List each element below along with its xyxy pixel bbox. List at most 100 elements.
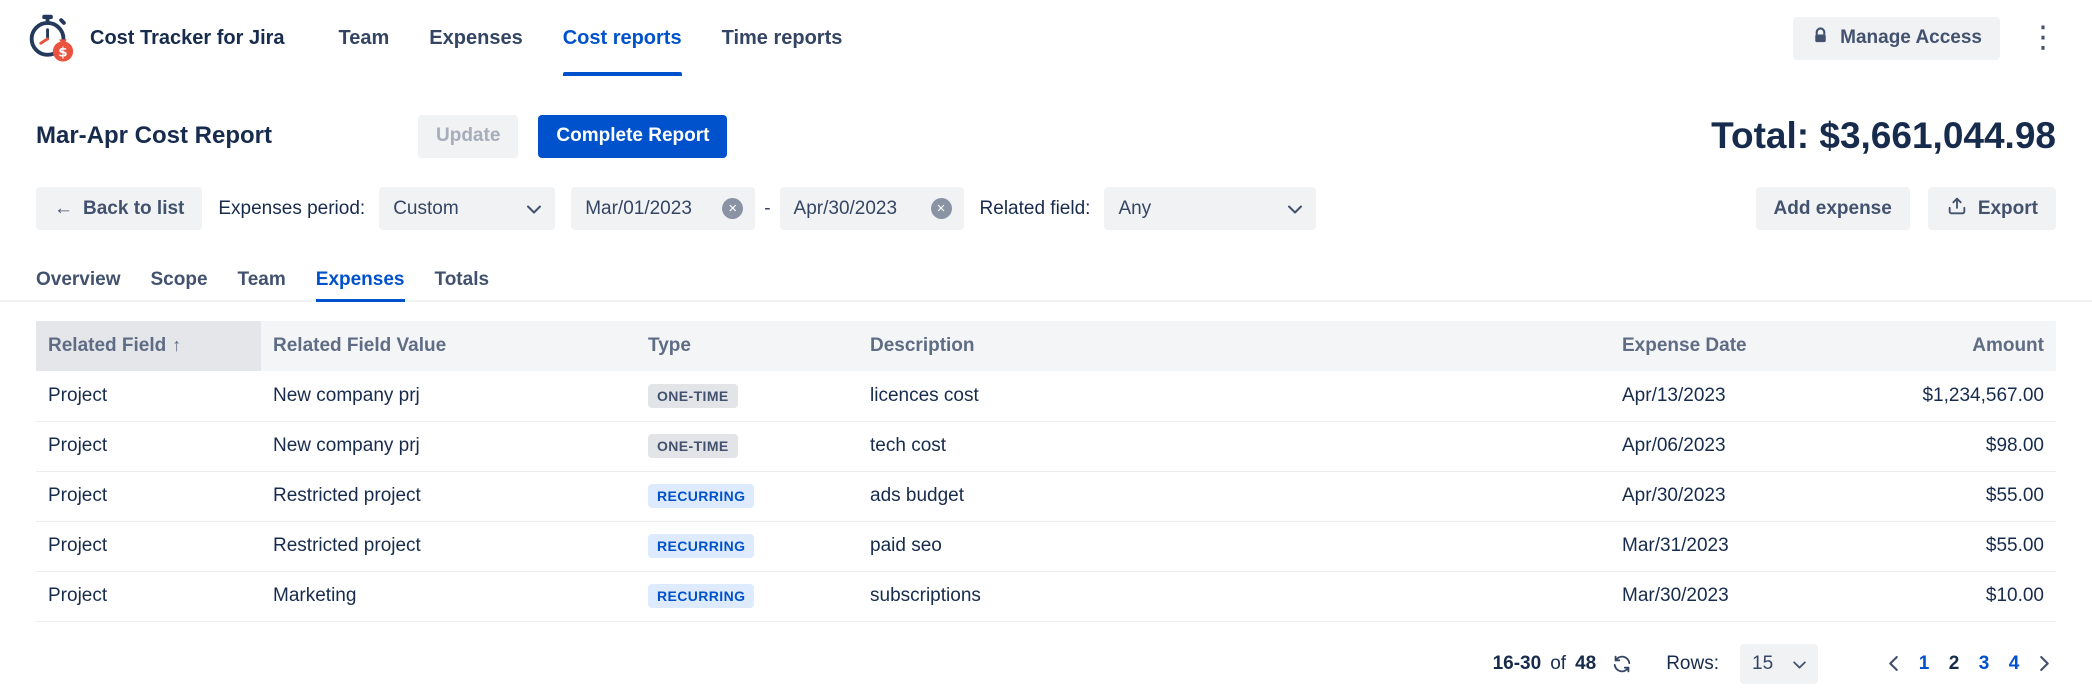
- cell-amount: $55.00: [1866, 521, 2056, 571]
- column-header-related-field[interactable]: Related Field ↑: [36, 321, 261, 371]
- cell-description: ads budget: [858, 471, 1610, 521]
- page-button-2[interactable]: 2: [1939, 647, 1969, 681]
- update-button[interactable]: Update: [418, 115, 518, 158]
- back-to-list-label: Back to list: [83, 198, 184, 220]
- cell-type: RECURRING: [636, 571, 858, 621]
- tab-team[interactable]: Team: [238, 260, 286, 300]
- chevron-down-icon: [527, 198, 541, 220]
- range-text: 16-30: [1493, 653, 1542, 675]
- table-row[interactable]: ProjectRestricted projectRECURRINGads bu…: [36, 471, 2056, 521]
- type-badge: ONE-TIME: [648, 384, 738, 408]
- add-expense-button[interactable]: Add expense: [1756, 187, 1910, 230]
- svg-text:$: $: [58, 44, 67, 60]
- column-header-expense-date[interactable]: Expense Date: [1610, 321, 1866, 371]
- refresh-icon[interactable]: [1609, 651, 1635, 677]
- table-row[interactable]: ProjectMarketing RECURRING subscriptionsMa…: [36, 571, 2056, 621]
- cell-type: ONE-TIME: [636, 421, 858, 471]
- type-badge: RECURRING: [648, 534, 754, 558]
- table-row[interactable]: ProjectNew company prjONE-TIMElicences c…: [36, 371, 2056, 421]
- complete-report-button[interactable]: Complete Report: [538, 115, 727, 158]
- export-button[interactable]: Export: [1928, 187, 2056, 230]
- sort-ascending-icon: ↑: [172, 335, 181, 355]
- cell-description: tech cost: [858, 421, 1610, 471]
- cell-related-field: Project: [36, 421, 261, 471]
- cell-related-field: Project: [36, 571, 261, 621]
- nav-item-cost-reports[interactable]: Cost reports: [563, 0, 682, 76]
- page-buttons: 1234: [1909, 647, 2029, 681]
- total-count: 48: [1575, 653, 1596, 675]
- type-badge: RECURRING: [648, 584, 754, 608]
- report-total: Total: $3,661,044.98: [1711, 115, 2056, 157]
- table-row[interactable]: ProjectRestricted projectRECURRINGpaid s…: [36, 521, 2056, 571]
- cell-related-field-value: Marketing: [261, 571, 636, 621]
- expenses-table: Related Field ↑ Related Field ValueTypeDes…: [36, 321, 2056, 622]
- related-field-select[interactable]: Any: [1104, 187, 1316, 230]
- cell-expense-date: Apr/06/2023: [1610, 421, 1866, 471]
- tab-totals[interactable]: Totals: [435, 260, 490, 300]
- tab-scope[interactable]: Scope: [151, 260, 208, 300]
- rows-per-page-label: Rows:: [1666, 653, 1719, 675]
- back-to-list-button[interactable]: ← Back to list: [36, 187, 202, 230]
- cell-type: RECURRING: [636, 521, 858, 571]
- table-body: ProjectNew company prjONE-TIMElicences c…: [36, 371, 2056, 621]
- clear-date-from-icon[interactable]: ×: [722, 198, 743, 219]
- table-row[interactable]: ProjectNew company prj ONE-TIME tech costA…: [36, 421, 2056, 471]
- pagination: 1234: [1882, 647, 2056, 681]
- date-to-value: Apr/30/2023: [794, 198, 898, 220]
- topbar-actions: Manage Access ⋮: [1793, 17, 2066, 60]
- top-nav: Team Expenses Cost reports Time reports: [339, 0, 843, 76]
- nav-item-team[interactable]: Team: [339, 0, 390, 76]
- manage-access-button[interactable]: Manage Access: [1793, 17, 2000, 60]
- tab-expenses[interactable]: Expenses: [316, 260, 405, 300]
- app-logo-icon: $: [22, 9, 76, 68]
- cell-related-field-value: New company prj: [261, 421, 636, 471]
- cell-expense-date: Mar/30/2023: [1610, 571, 1866, 621]
- cell-description: subscriptions: [858, 571, 1610, 621]
- previous-page-icon[interactable]: [1882, 652, 1905, 675]
- period-select[interactable]: Custom: [379, 187, 555, 230]
- clear-date-to-icon[interactable]: ×: [931, 198, 952, 219]
- cell-amount: $55.00: [1866, 471, 2056, 521]
- nav-item-expenses[interactable]: Expenses: [429, 0, 522, 76]
- column-header-related-field-value[interactable]: Related Field Value: [261, 321, 636, 371]
- arrow-left-icon: ←: [54, 198, 73, 220]
- cell-description: licences cost: [858, 371, 1610, 421]
- next-page-icon[interactable]: [2033, 652, 2056, 675]
- cell-amount: $1,234,567.00: [1866, 371, 2056, 421]
- column-header-amount[interactable]: Amount: [1866, 321, 2056, 371]
- chevron-down-icon: [1793, 653, 1806, 675]
- cell-related-field: Project: [36, 371, 261, 421]
- type-badge: ONE-TIME: [648, 434, 738, 458]
- kebab-menu-icon[interactable]: ⋮: [2020, 19, 2066, 57]
- cell-expense-date: Apr/30/2023: [1610, 471, 1866, 521]
- date-from-value: Mar/01/2023: [585, 198, 692, 220]
- cell-type: RECURRING: [636, 471, 858, 521]
- nav-item-time-reports[interactable]: Time reports: [722, 0, 843, 76]
- cell-related-field-value: Restricted project: [261, 471, 636, 521]
- cell-description: paid seo: [858, 521, 1610, 571]
- related-field-label: Related field:: [980, 198, 1091, 220]
- report-header: Mar-Apr Cost Report Update Complete Repo…: [0, 112, 2092, 160]
- type-badge: RECURRING: [648, 484, 754, 508]
- lock-icon: [1811, 26, 1830, 51]
- cell-amount: $98.00: [1866, 421, 2056, 471]
- cell-type: ONE-TIME: [636, 371, 858, 421]
- table-footer: 16-30 of 48 Rows: 15 1234: [0, 642, 2092, 686]
- top-bar: $ Cost Tracker for Jira TeamExpensesCost…: [0, 0, 2092, 76]
- page-button-4[interactable]: 4: [1999, 647, 2029, 681]
- date-to-input[interactable]: Apr/30/2023 ×: [780, 187, 964, 230]
- expenses-period-label: Expenses period:: [218, 198, 365, 220]
- column-header-type[interactable]: Type: [636, 321, 858, 371]
- tab-overview[interactable]: Overview: [36, 260, 121, 300]
- rows-per-page-select[interactable]: 15: [1740, 644, 1818, 684]
- date-from-input[interactable]: Mar/01/2023 ×: [571, 187, 755, 230]
- range-of-label: of: [1550, 653, 1566, 675]
- chevron-down-icon: [1288, 198, 1302, 220]
- page-button-3[interactable]: 3: [1969, 647, 1999, 681]
- cell-related-field: Project: [36, 521, 261, 571]
- column-header-label: Related Field: [48, 335, 166, 356]
- date-range-separator: -: [764, 198, 770, 220]
- related-field-select-value: Any: [1118, 198, 1151, 220]
- column-header-description[interactable]: Description: [858, 321, 1610, 371]
- page-button-1[interactable]: 1: [1909, 647, 1939, 681]
